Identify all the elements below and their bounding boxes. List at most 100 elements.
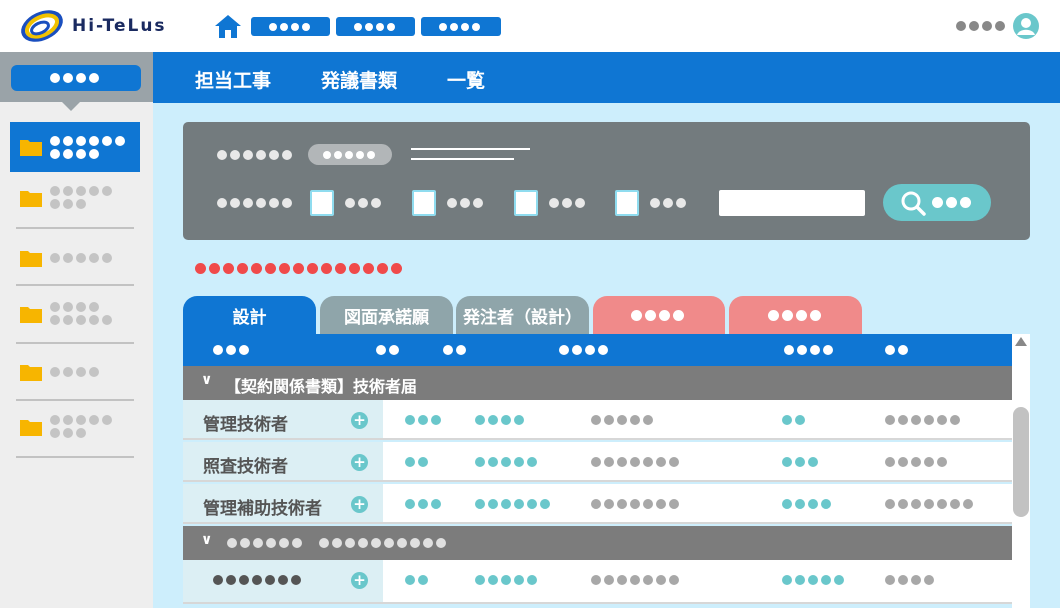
cell	[885, 457, 950, 467]
filter-pill[interactable]	[308, 144, 392, 165]
table-row[interactable]: 管理技術者 +	[183, 400, 1012, 440]
search-input[interactable]	[719, 190, 865, 216]
table-row[interactable]: +	[183, 560, 1012, 604]
plus-icon[interactable]: +	[351, 454, 368, 471]
sidebar-divider	[16, 399, 134, 401]
scrollbar-thumb[interactable]	[1013, 407, 1029, 517]
checkbox-label-3	[549, 198, 588, 208]
checkbox-label-1	[345, 198, 384, 208]
sidebar-item-5[interactable]	[10, 363, 134, 381]
sidebar-divider	[16, 342, 134, 344]
logo-text: Hi-TeLus	[72, 16, 167, 36]
sidebar-item-1[interactable]	[10, 122, 140, 172]
sidebar-caret	[62, 102, 80, 111]
folder-icon	[20, 365, 42, 381]
table-group-2[interactable]: ∨	[183, 526, 1012, 560]
table-row[interactable]: 照査技術者 +	[183, 442, 1012, 482]
column-header[interactable]	[784, 345, 836, 355]
sidebar	[0, 52, 153, 608]
column-header[interactable]	[213, 345, 252, 355]
plus-icon[interactable]: +	[351, 496, 368, 513]
app-header: Hi-TeLus	[0, 0, 1060, 52]
table-row[interactable]: 管理補助技術者 +	[183, 484, 1012, 524]
group-label	[319, 538, 449, 548]
table-group-contract-documents[interactable]: ∨ 【契約関係書類】技術者届	[183, 366, 1012, 400]
tab-design[interactable]: 設計	[183, 296, 316, 334]
sidebar-header	[0, 52, 153, 102]
plus-icon[interactable]: +	[351, 412, 368, 429]
filter-text-line	[411, 148, 530, 150]
cell	[475, 415, 527, 425]
header-nav-item-3[interactable]	[421, 17, 501, 36]
filter-checkbox-3[interactable]	[514, 190, 538, 216]
folder-icon	[20, 190, 42, 207]
home-icon[interactable]	[214, 13, 242, 39]
search-button[interactable]	[883, 184, 991, 221]
filter-text-line	[411, 158, 514, 160]
cell	[885, 575, 937, 585]
column-header[interactable]	[559, 345, 611, 355]
nav-item-list[interactable]: 一覧	[447, 66, 485, 93]
tab-placeholder-1[interactable]	[593, 296, 725, 334]
user-name	[956, 21, 1008, 31]
main-nav-bar: 担当工事 発議書類 一覧	[153, 52, 1060, 103]
column-header[interactable]	[443, 345, 469, 355]
cell	[885, 499, 976, 509]
tab-client-design[interactable]: 発注者（設計）	[456, 296, 589, 334]
sidebar-item-2[interactable]	[10, 186, 134, 209]
chevron-down-icon[interactable]: ∨	[201, 372, 212, 388]
sidebar-divider	[16, 284, 134, 286]
folder-icon	[20, 419, 42, 436]
app-logo[interactable]: Hi-TeLus	[18, 8, 167, 44]
cell	[405, 457, 431, 467]
row-label: 照査技術者	[203, 457, 288, 477]
nav-item-assigned-works[interactable]: 担当工事	[195, 66, 271, 93]
tab-placeholder-2[interactable]	[729, 296, 862, 334]
cell	[405, 575, 431, 585]
tab-drawing-approval[interactable]: 図面承諾願	[320, 296, 453, 334]
cell	[475, 499, 553, 509]
cell	[782, 499, 834, 509]
folder-icon	[20, 140, 42, 156]
sidebar-item-3[interactable]	[10, 249, 134, 267]
cell	[405, 415, 444, 425]
cell	[591, 415, 656, 425]
checkbox-label-4	[650, 198, 689, 208]
cell	[591, 575, 682, 585]
table-header	[183, 334, 1012, 366]
cell	[782, 415, 808, 425]
filter-label-1	[217, 150, 295, 160]
cell	[782, 575, 847, 585]
notice-message	[195, 263, 405, 274]
row-label: 管理補助技術者	[203, 499, 322, 519]
sidebar-item-6[interactable]	[10, 415, 134, 438]
sidebar-item-4[interactable]	[10, 302, 134, 325]
scroll-up-arrow-icon[interactable]	[1015, 337, 1027, 346]
filter-checkbox-1[interactable]	[310, 190, 334, 216]
folder-icon	[20, 306, 42, 323]
sidebar-divider	[16, 456, 134, 458]
filter-checkbox-2[interactable]	[412, 190, 436, 216]
group-label	[227, 538, 305, 548]
sidebar-header-button[interactable]	[11, 65, 141, 91]
header-nav-item-1[interactable]	[251, 17, 330, 36]
search-icon	[901, 191, 926, 216]
row-label: 管理技術者	[203, 415, 288, 435]
cell	[475, 457, 540, 467]
filter-checkbox-4[interactable]	[615, 190, 639, 216]
column-header[interactable]	[376, 345, 402, 355]
cell	[405, 499, 444, 509]
cell	[591, 457, 682, 467]
search-panel	[183, 122, 1030, 240]
header-nav-item-2[interactable]	[336, 17, 415, 36]
plus-icon[interactable]: +	[351, 572, 368, 589]
logo-rings-icon	[21, 10, 63, 42]
cell	[782, 457, 821, 467]
chevron-down-icon[interactable]: ∨	[201, 532, 212, 548]
user-avatar-icon[interactable]	[1013, 13, 1039, 39]
row-label	[213, 575, 304, 585]
nav-item-proposal-documents[interactable]: 発議書類	[321, 66, 397, 93]
checkbox-label-2	[447, 198, 486, 208]
folder-icon	[20, 251, 42, 267]
column-header[interactable]	[885, 345, 911, 355]
